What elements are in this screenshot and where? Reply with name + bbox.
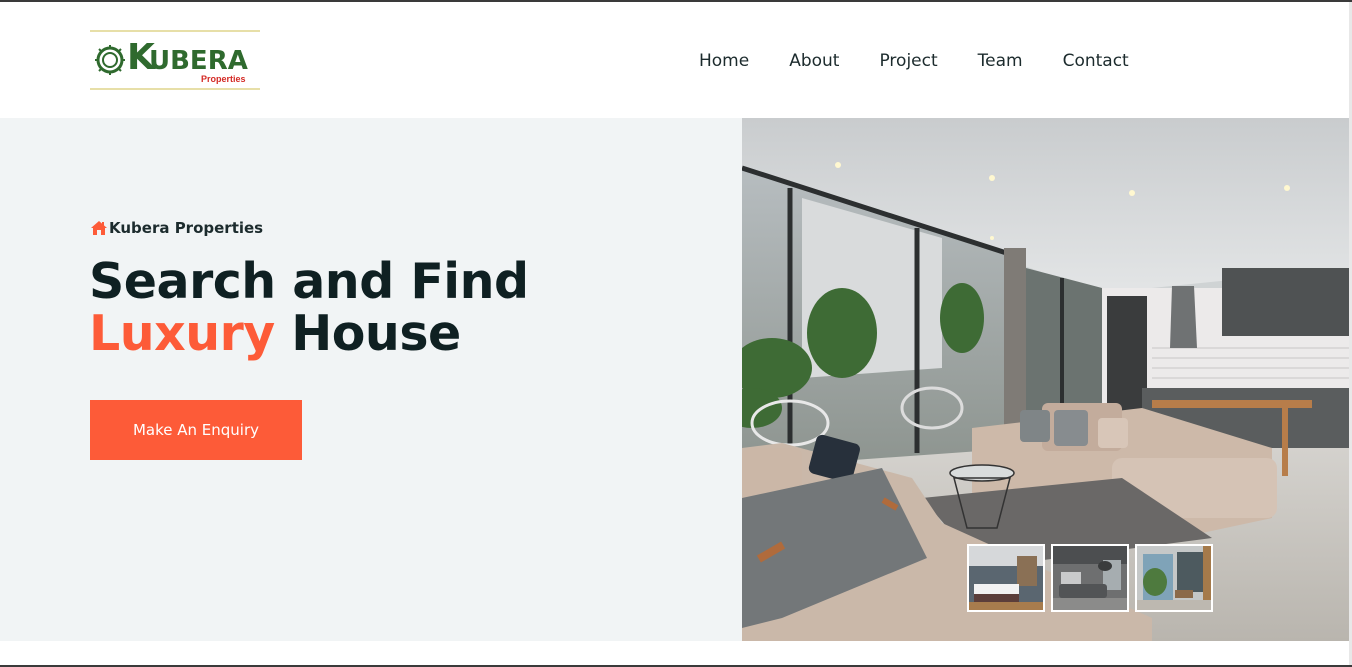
- headline-rest: House: [274, 305, 461, 362]
- headline-line1: Search and Find: [89, 253, 529, 310]
- headline-accent: Luxury: [89, 305, 275, 362]
- home-icon: [91, 221, 107, 235]
- nav-about[interactable]: About: [789, 50, 839, 72]
- hero-kicker-text: Kubera Properties: [109, 219, 264, 237]
- gallery-thumbnails: [967, 544, 1219, 612]
- main-nav: Home About Project Team Contact: [699, 50, 1129, 72]
- hero-kicker: Kubera Properties: [90, 219, 263, 237]
- bedroom-thumbnail-icon: [969, 546, 1043, 610]
- balcony-thumbnail-icon: [1137, 546, 1211, 610]
- thumbnail-living-room[interactable]: [1051, 544, 1129, 612]
- logo-emblem-icon: [95, 45, 125, 75]
- logo-word: UBERA: [149, 46, 248, 76]
- brand-logo[interactable]: K UBERA Properties: [90, 30, 260, 90]
- page: K UBERA Properties Home About Project Te…: [0, 0, 1352, 667]
- make-enquiry-button[interactable]: Make An Enquiry: [90, 400, 302, 460]
- logo-subtitle: Properties: [201, 74, 246, 84]
- hero-text-panel: Kubera Properties Search and Find Luxury…: [0, 118, 742, 641]
- thumbnail-bedroom[interactable]: [967, 544, 1045, 612]
- nav-team[interactable]: Team: [978, 50, 1023, 72]
- nav-project[interactable]: Project: [879, 50, 937, 72]
- site-header: K UBERA Properties Home About Project Te…: [0, 2, 1352, 118]
- nav-contact[interactable]: Contact: [1063, 50, 1129, 72]
- living-room-thumbnail-icon: [1053, 546, 1127, 610]
- thumbnail-balcony[interactable]: [1135, 544, 1213, 612]
- logo-wordmark: K UBERA Properties: [127, 38, 257, 85]
- hero-headline: Search and Find Luxury House: [89, 256, 529, 360]
- nav-home[interactable]: Home: [699, 50, 749, 72]
